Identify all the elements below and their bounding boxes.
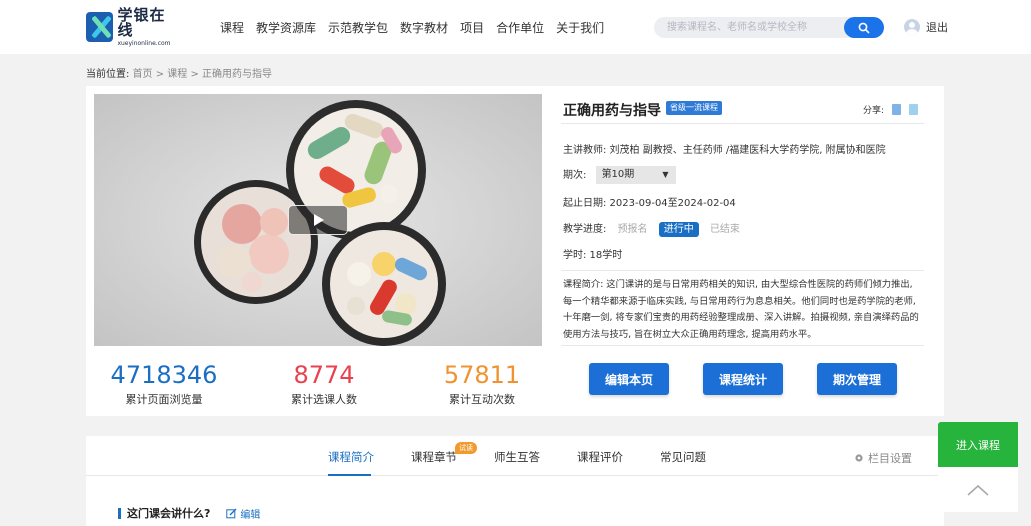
course-period-row: 期次: 第10期 ▼ (563, 166, 676, 184)
progress-state-ended: 已结束 (709, 224, 740, 235)
course-teacher: 主讲教师: 刘茂柏 副教授、主任药师 /福建医科大学药学院, 附属协和医院 (563, 145, 886, 156)
course-hours: 学时: 18学时 (563, 250, 623, 261)
progress-state-ongoing: 进行中 (658, 222, 699, 237)
nav-item-partners[interactable]: 合作单位 (496, 19, 544, 36)
share-label: 分享: (862, 106, 884, 116)
chevron-up-icon (967, 484, 989, 496)
course-tabs: 课程简介 课程章节 试读 师生互答 课程评价 常见问题 栏目设置 (86, 436, 944, 476)
qzone-share-icon[interactable] (892, 104, 901, 115)
course-introduction: 课程简介: 这门课讲的是与日常用药相关的知识, 由大型综合性医院的药师们倾力推出… (561, 270, 924, 346)
nav-item-projects[interactable]: 项目 (460, 19, 484, 36)
stat-label: 累计选课人数 (291, 393, 357, 406)
tab-faq[interactable]: 常见问题 (660, 449, 706, 465)
site-logo[interactable]: 学银在线 xueyinonline.com (86, 5, 176, 46)
period-management-button[interactable]: 期次管理 (817, 363, 897, 395)
active-tab-indicator (328, 474, 371, 476)
search-input[interactable] (654, 17, 844, 38)
tab-chapters[interactable]: 课程章节 (411, 449, 457, 465)
tab-reviews[interactable]: 课程评价 (577, 449, 623, 465)
edit-icon (226, 508, 237, 518)
nav-item-about[interactable]: 关于我们 (556, 19, 604, 36)
stat-label: 累计页面浏览量 (125, 393, 203, 406)
period-select[interactable]: 第10期 ▼ (595, 166, 676, 184)
section-marker (118, 507, 121, 519)
period-label: 期次: (563, 170, 587, 181)
nav-item-demo-packages[interactable]: 示范教学包 (328, 19, 388, 36)
edit-section-label: 编辑 (240, 509, 261, 521)
nav-item-courses[interactable]: 课程 (220, 19, 244, 36)
play-icon (314, 214, 324, 226)
gear-icon (855, 454, 863, 462)
section-title: 这门课会讲什么? (127, 507, 211, 520)
course-statistics-button[interactable]: 课程统计 (703, 363, 783, 395)
column-settings[interactable]: 栏目设置 (854, 450, 912, 466)
breadcrumb-path[interactable]: 首页 > 课程 > 正确用药与指导 (133, 69, 272, 80)
progress-label: 教学进度: (563, 224, 607, 235)
wechat-share-icon[interactable] (909, 104, 918, 115)
share-area: 分享: (863, 103, 918, 116)
column-settings-label: 栏目设置 (868, 452, 912, 465)
avatar[interactable] (904, 19, 920, 35)
breadcrumb: 当前位置: 首页 > 课程 > 正确用药与指导 (86, 65, 272, 80)
course-dates: 起止日期: 2023-09-04至2024-02-04 (563, 198, 736, 209)
course-title-row: 正确用药与指导 省级一流课程 分享: (561, 94, 924, 124)
trial-badge: 试读 (455, 442, 477, 454)
course-statistics: 4718346 累计页面浏览量 8774 累计选课人数 57811 累计互动次数 (94, 361, 542, 411)
play-button[interactable] (288, 205, 348, 235)
stat-enrollments: 8774 累计选课人数 (254, 361, 394, 407)
search-button[interactable] (844, 17, 884, 38)
tab-qa[interactable]: 师生互答 (494, 449, 540, 465)
course-actions: 编辑本页 课程统计 期次管理 (561, 363, 924, 396)
stat-page-views: 4718346 累计页面浏览量 (94, 361, 234, 407)
stat-label: 累计互动次数 (449, 393, 515, 406)
course-info-panel: 正确用药与指导 省级一流课程 分享: 主讲教师: 刘茂柏 副教授、主任药师 /福… (561, 94, 924, 395)
stat-value: 57811 (443, 361, 521, 389)
stat-value: 4718346 (110, 361, 218, 389)
progress-state-preregister: 预报名 (617, 224, 648, 235)
breadcrumb-label: 当前位置: (86, 69, 130, 80)
course-video-player[interactable] (94, 94, 542, 346)
edit-section-link[interactable]: 编辑 (226, 506, 260, 521)
edit-page-button[interactable]: 编辑本页 (589, 363, 669, 395)
nav-item-digital-textbooks[interactable]: 数字教材 (400, 19, 448, 36)
course-level-badge: 省级一流课程 (666, 101, 722, 115)
section-heading: 这门课会讲什么? 编辑 (118, 505, 260, 521)
logo-domain: xueyinonline.com (117, 39, 171, 47)
enter-course-button[interactable]: 进入课程 (938, 422, 1018, 467)
stat-interactions: 57811 累计互动次数 (412, 361, 552, 407)
teaching-progress: 教学进度: 预报名 进行中 已结束 (563, 220, 740, 237)
period-selected-value: 第10期 (601, 169, 635, 180)
search-box (654, 17, 884, 38)
logout-link[interactable]: 退出 (926, 19, 948, 35)
course-detail-card: 课程简介 课程章节 试读 师生互答 课程评价 常见问题 栏目设置 这门课会讲什么… (86, 436, 944, 526)
stat-value: 8774 (293, 361, 355, 389)
search-icon (858, 22, 870, 33)
nav-item-resource-library[interactable]: 教学资源库 (256, 19, 316, 36)
tab-introduction[interactable]: 课程简介 (328, 449, 374, 465)
user-area: 退出 (904, 19, 948, 35)
top-navigation-bar: 学银在线 xueyinonline.com 课程 教学资源库 示范教学包 数字教… (0, 0, 1031, 54)
logo-x-icon (86, 12, 114, 42)
course-overview-card: 4718346 累计页面浏览量 8774 累计选课人数 57811 累计互动次数… (86, 86, 944, 416)
logo-name: 学银在线 (117, 5, 166, 39)
caret-down-icon: ▼ (662, 170, 669, 179)
back-to-top-button[interactable] (938, 467, 1018, 512)
main-nav: 课程 教学资源库 示范教学包 数字教材 项目 合作单位 关于我们 (220, 19, 616, 36)
course-title: 正确用药与指导 (563, 103, 661, 119)
